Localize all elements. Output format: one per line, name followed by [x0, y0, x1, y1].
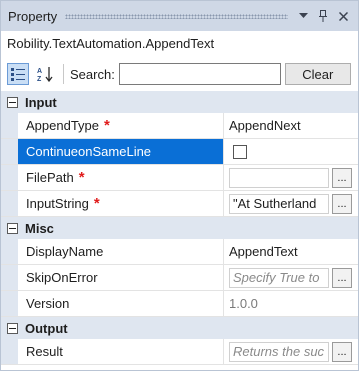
dropdown-icon[interactable] [296, 9, 310, 23]
panel-title: Property [8, 8, 58, 24]
required-marker: * [78, 168, 85, 186]
filepath-browse-button[interactable]: ... [332, 167, 352, 188]
collapse-icon[interactable] [7, 222, 18, 234]
property-name: SkipOnError [18, 265, 224, 290]
property-value[interactable]: AppendNext [224, 113, 358, 138]
required-marker: * [104, 116, 110, 134]
clear-button[interactable]: Clear [284, 63, 351, 85]
category-label: Input [25, 94, 57, 110]
pin-icon[interactable] [316, 9, 330, 23]
alphabetical-view-button[interactable]: A Z [35, 63, 57, 85]
property-value: Specify True to ... [224, 265, 358, 290]
sort-az-icon: A Z [37, 67, 53, 82]
skiponerror-input[interactable]: Specify True to [229, 267, 329, 288]
property-row-appendtype[interactable]: AppendType * AppendNext [1, 113, 358, 139]
category-misc[interactable]: Misc [1, 217, 358, 239]
inputstring-input[interactable]: "At Sutherland [229, 193, 329, 214]
collapse-icon[interactable] [7, 96, 18, 108]
property-row-continueonsameline[interactable]: ContinueonSameLine [1, 139, 358, 165]
property-name: FilePath * [18, 165, 224, 190]
property-row-version: Version 1.0.0 [1, 291, 358, 317]
property-value: ... [224, 165, 358, 190]
skiponerror-editor-button[interactable]: ... [332, 267, 352, 288]
property-value [224, 139, 358, 164]
close-icon[interactable] [336, 9, 350, 23]
property-row-inputstring[interactable]: InputString * "At Sutherland ... [1, 191, 358, 217]
required-marker: * [93, 194, 100, 212]
svg-text:Z: Z [37, 76, 42, 82]
panel-titlebar[interactable]: Property [1, 1, 358, 31]
category-input[interactable]: Input [1, 91, 358, 113]
svg-text:A: A [37, 68, 42, 75]
inputstring-editor-button[interactable]: ... [332, 193, 352, 214]
search-label: Search: [70, 66, 115, 82]
property-panel: Property Robility.TextAutomation.AppendT… [0, 0, 359, 371]
property-toolbar: A Z Search: Clear [1, 57, 358, 91]
property-row-filepath[interactable]: FilePath * ... [1, 165, 358, 191]
property-name: Version [18, 291, 224, 316]
property-value: 1.0.0 [229, 296, 258, 311]
toolbar-separator [63, 64, 64, 84]
category-output[interactable]: Output [1, 317, 358, 339]
property-name: ContinueonSameLine [18, 139, 224, 164]
continue-same-line-checkbox[interactable] [233, 144, 247, 159]
search-input[interactable] [118, 63, 281, 85]
property-name: InputString * [18, 191, 224, 216]
filepath-input[interactable] [229, 167, 329, 188]
property-row-result[interactable]: Result Returns the suc ... [1, 339, 358, 365]
property-value: "At Sutherland ... [224, 191, 358, 216]
property-name: Result [18, 339, 224, 364]
property-grid: Input AppendType * AppendNext Continueon… [1, 91, 358, 365]
categorized-icon [11, 68, 25, 81]
selected-object-name: Robility.TextAutomation.AppendText [1, 31, 358, 57]
property-value[interactable]: AppendText [224, 239, 358, 264]
category-label: Output [25, 320, 68, 336]
property-row-displayname[interactable]: DisplayName AppendText [1, 239, 358, 265]
property-row-skiponerror[interactable]: SkipOnError Specify True to ... [1, 265, 358, 291]
property-name: AppendType * [18, 113, 224, 138]
property-value: Returns the suc ... [224, 339, 358, 364]
drag-grip[interactable] [65, 13, 288, 19]
category-label: Misc [25, 220, 54, 236]
result-editor-button[interactable]: ... [332, 341, 352, 362]
collapse-icon[interactable] [7, 322, 18, 334]
property-name: DisplayName [18, 239, 224, 264]
categorized-view-button[interactable] [7, 63, 29, 85]
result-input[interactable]: Returns the suc [229, 341, 329, 362]
